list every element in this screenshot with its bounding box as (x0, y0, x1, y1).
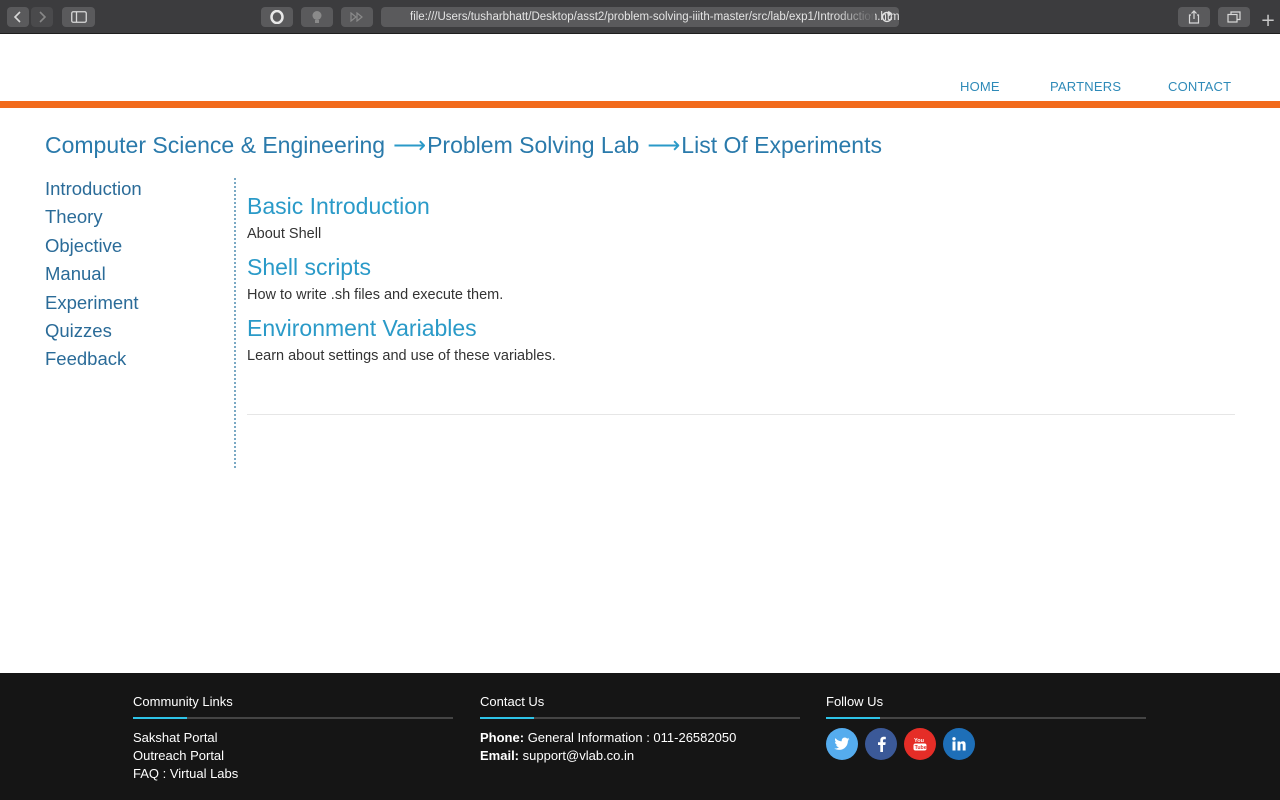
tabs-icon (1227, 11, 1241, 23)
section-heading: Shell scripts (247, 254, 371, 280)
arrow-right-icon: ⟶ (647, 132, 681, 158)
address-bar[interactable]: file:///Users/tusharbhatt/Desktop/asst2/… (381, 7, 899, 27)
footer-heading: Follow Us (826, 694, 884, 709)
youtube-icon[interactable]: You Tube (904, 728, 936, 760)
sidebar-item-experiment[interactable]: Experiment (45, 291, 142, 319)
sidebar-item-introduction[interactable]: Introduction (45, 177, 142, 205)
new-tab-button[interactable]: + (1256, 8, 1280, 34)
breadcrumb-department[interactable]: Computer Science & Engineering (45, 132, 385, 158)
sidebar-menu: Introduction Theory Objective Manual Exp… (45, 177, 142, 376)
forward-button[interactable] (31, 7, 53, 27)
breadcrumb-experiments[interactable]: List Of Experiments (681, 132, 882, 158)
footer-heading-underline (133, 717, 453, 719)
footer-link-faq[interactable]: FAQ : Virtual Labs (133, 766, 453, 784)
share-button[interactable] (1178, 7, 1210, 27)
sidebar-divider (234, 178, 236, 468)
header-accent-bar (0, 101, 1280, 108)
footer: Community Links Sakshat Portal Outreach … (0, 673, 1280, 800)
footer-phone: Phone: General Information : 011-2658205… (480, 730, 800, 748)
breadcrumb-lab[interactable]: Problem Solving Lab (427, 132, 639, 158)
sidebar-item-quizzes[interactable]: Quizzes (45, 319, 142, 347)
share-icon (1188, 10, 1200, 24)
sidebar-item-theory[interactable]: Theory (45, 205, 142, 233)
reload-icon[interactable] (880, 10, 894, 24)
back-button[interactable] (7, 7, 29, 27)
footer-email: Email: support@vlab.co.in (480, 748, 800, 766)
extension-button-2[interactable] (301, 7, 333, 27)
main-content: Basic Introduction About Shell Shell scr… (247, 192, 1235, 375)
email-label: Email: (480, 748, 520, 763)
svg-text:Tube: Tube (915, 745, 927, 751)
footer-heading: Community Links (133, 694, 233, 709)
chevron-right-icon (39, 11, 47, 23)
svg-text:You: You (914, 738, 924, 744)
footer-follow: Follow Us You Tube (826, 694, 1146, 760)
footer-link-sakshat[interactable]: Sakshat Portal (133, 730, 453, 748)
arrow-right-icon: ⟶ (393, 132, 427, 158)
facebook-icon[interactable] (865, 728, 897, 760)
sidebar-item-objective[interactable]: Objective (45, 234, 142, 262)
footer-heading-underline (826, 717, 1146, 719)
footer-link-outreach[interactable]: Outreach Portal (133, 748, 453, 766)
section-text: Learn about settings and use of these va… (247, 348, 556, 364)
opera-icon (270, 10, 284, 24)
browser-toolbar: file:///Users/tusharbhatt/Desktop/asst2/… (0, 0, 1280, 34)
footer-heading: Contact Us (480, 694, 545, 709)
url-text: file:///Users/tusharbhatt/Desktop/asst2/… (410, 11, 899, 23)
footer-contact: Contact Us Phone: General Information : … (480, 694, 800, 766)
sidebar-item-feedback[interactable]: Feedback (45, 347, 142, 375)
section-heading: Basic Introduction (247, 193, 430, 219)
content-divider (247, 414, 1235, 415)
twitter-icon[interactable] (826, 728, 858, 760)
footer-heading-underline (480, 717, 800, 719)
breadcrumb: Computer Science & Engineering ⟶Problem S… (45, 132, 882, 159)
social-links: You Tube (826, 728, 1146, 760)
linkedin-icon[interactable] (943, 728, 975, 760)
chevron-left-icon (13, 11, 21, 23)
footer-community-links: Community Links Sakshat Portal Outreach … (133, 694, 453, 784)
nav-contact-link[interactable]: CONTACT (1168, 79, 1231, 94)
extension-button-3[interactable] (341, 7, 373, 27)
nav-partners-link[interactable]: PARTNERS (1050, 79, 1121, 94)
tabs-overview-button[interactable] (1218, 7, 1250, 27)
email-value[interactable]: support@vlab.co.in (523, 748, 634, 763)
section-heading: Environment Variables (247, 315, 477, 341)
section-text: How to write .sh files and execute them. (247, 287, 504, 303)
sidebar-icon (70, 11, 87, 23)
phone-label: Phone: (480, 730, 525, 745)
nav-home-link[interactable]: HOME (960, 79, 1000, 94)
lightbulb-icon (312, 11, 322, 23)
extension-button[interactable] (261, 7, 293, 27)
sidebar-toggle-button[interactable] (62, 7, 95, 27)
fast-forward-icon (350, 12, 363, 22)
sidebar-item-manual[interactable]: Manual (45, 262, 142, 290)
phone-value: General Information : 011-26582050 (527, 730, 737, 745)
section-text: About Shell (247, 226, 322, 242)
